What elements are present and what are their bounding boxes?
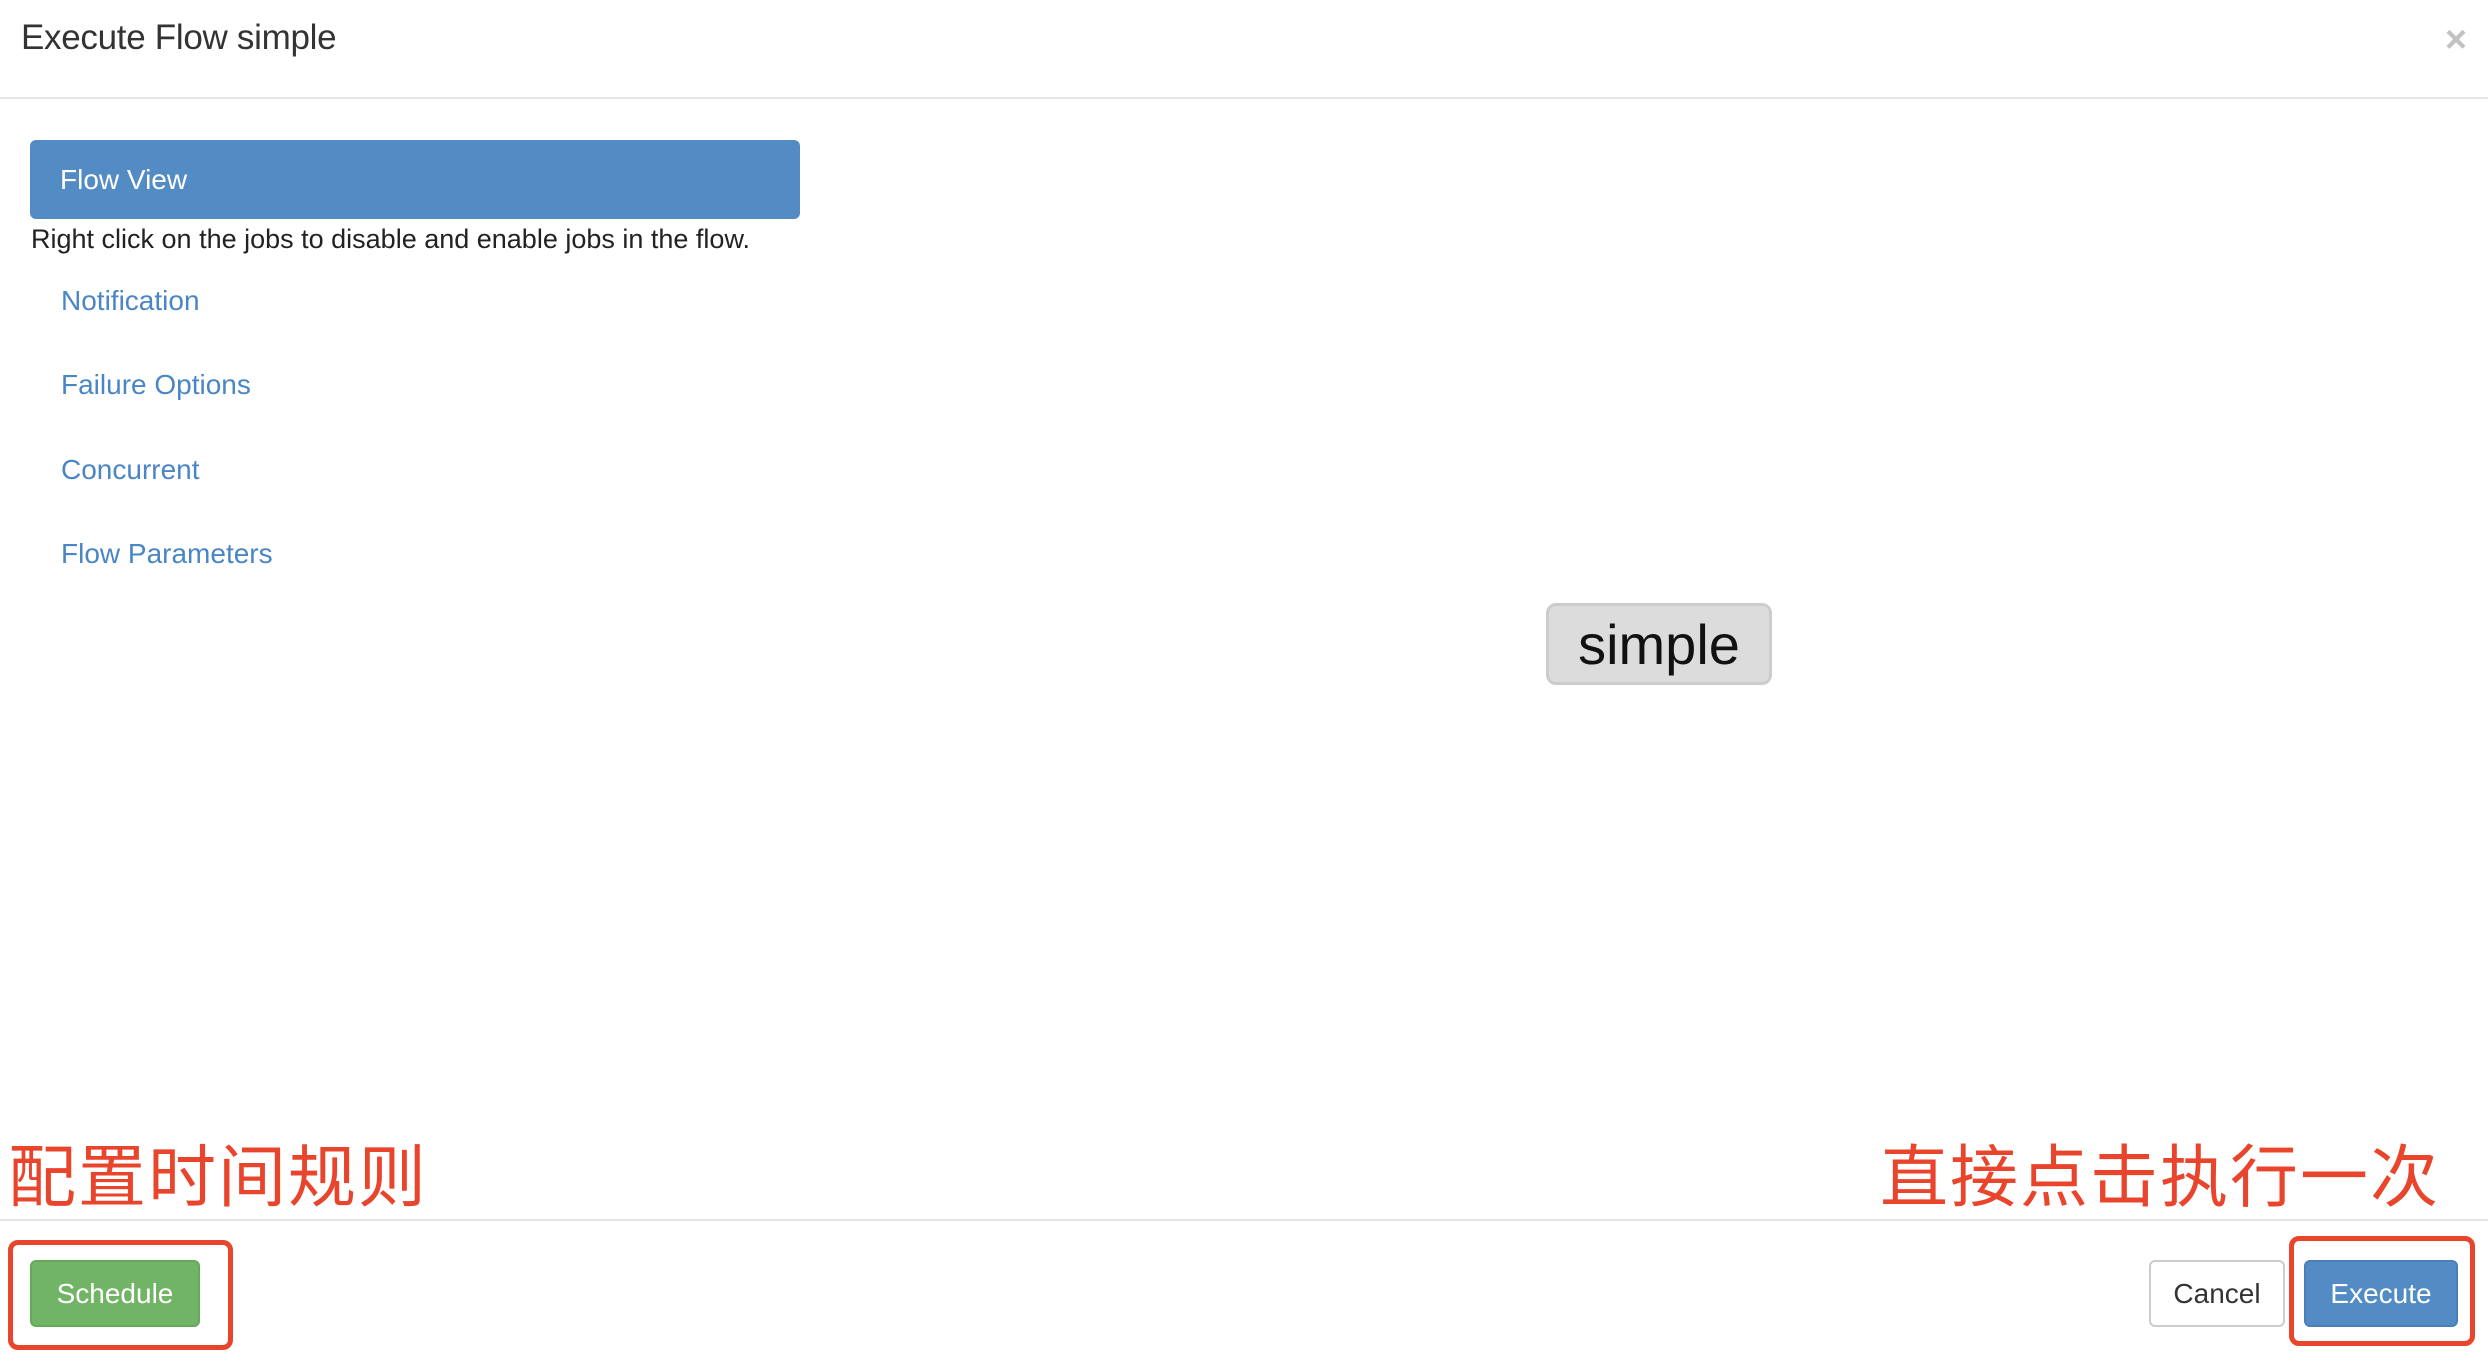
tab-flow-view-label: Flow View: [60, 163, 188, 195]
tab-flow-parameters[interactable]: Flow Parameters: [61, 538, 273, 570]
annotation-execute: 直接点击执行一次: [1880, 1139, 2441, 1218]
tab-concurrent[interactable]: Concurrent: [61, 454, 200, 486]
close-icon[interactable]: ×: [2438, 21, 2474, 59]
modal-footer: [0, 1219, 2488, 1364]
modal-title: Execute Flow simple: [21, 18, 337, 57]
execute-button[interactable]: Execute: [2304, 1260, 2458, 1327]
tab-notification[interactable]: Notification: [61, 285, 200, 317]
graph-node-label: simple: [1578, 612, 1740, 676]
modal-header: Execute Flow simple ×: [0, 0, 2488, 99]
cancel-button[interactable]: Cancel: [2149, 1260, 2285, 1327]
tab-flow-view[interactable]: Flow View: [30, 140, 800, 219]
annotation-schedule: 配置时间规则: [8, 1139, 429, 1218]
schedule-button[interactable]: Schedule: [30, 1260, 200, 1327]
tab-failure-options[interactable]: Failure Options: [61, 369, 251, 401]
flow-graph-node-simple[interactable]: simple: [1546, 603, 1772, 685]
flow-view-help-text: Right click on the jobs to disable and e…: [31, 224, 750, 254]
